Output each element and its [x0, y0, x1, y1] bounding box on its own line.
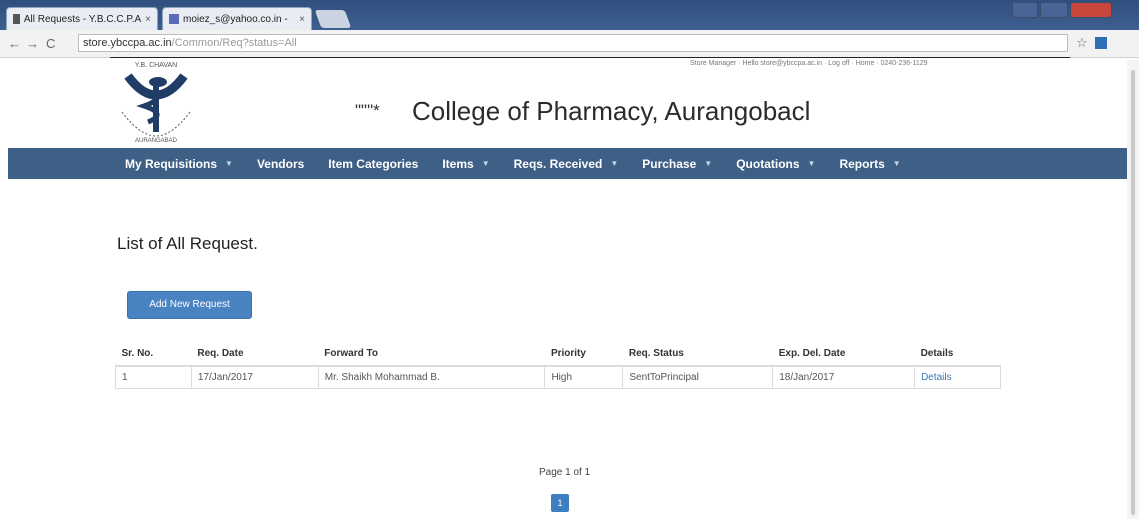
table-header-row: Sr. No. Req. Date Forward To Priority Re… — [115, 342, 1001, 367]
nav-item-label: Quotations — [736, 156, 800, 171]
chevron-down-icon: ▼ — [610, 159, 619, 168]
column-header: Req. Status — [622, 342, 773, 367]
reload-icon[interactable]: C — [46, 36, 55, 51]
url-path: /Common/Req?status=All — [171, 37, 297, 49]
maximize-button[interactable] — [1040, 2, 1068, 18]
nav-item-vendors[interactable]: Vendors — [257, 157, 304, 171]
caduceus-seal-icon — [121, 73, 191, 137]
page-1-button[interactable]: 1 — [551, 494, 569, 512]
page-title: List of All Request. — [117, 234, 258, 253]
chevron-down-icon: ▼ — [704, 159, 713, 168]
scrollbar-thumb[interactable] — [1131, 70, 1135, 515]
close-tab-icon[interactable]: × — [145, 14, 151, 25]
tab-all-requests[interactable]: All Requests - Y.B.C.C.P.A × — [6, 7, 158, 30]
address-bar-row: ← → C store.ybccpa.ac.in/Common/Req?stat… — [0, 30, 1139, 58]
details-link[interactable]: Details — [914, 365, 1001, 389]
extension-icon[interactable] — [1095, 37, 1107, 49]
college-logo: Y.B. CHAVAN AURANGABAD — [110, 62, 202, 144]
nav-item-label: Items — [442, 156, 474, 171]
chevron-down-icon: ▼ — [892, 159, 901, 168]
sr-no-cell: 1 — [115, 365, 192, 389]
priority-cell: High — [544, 365, 624, 389]
nav-menu: My Requisitions ▼ Vendors Item Categories It… — [125, 148, 901, 179]
forward-to-cell: Mr. Shaikh Mohammad B. — [317, 365, 546, 389]
nav-item-label: Reports — [839, 156, 885, 171]
nav-item-purchase[interactable]: Purchase ▼ — [642, 157, 712, 171]
nav-item-item-categories[interactable]: Item Categories — [328, 157, 418, 171]
column-header: Sr. No. — [115, 342, 192, 367]
nav-item-items[interactable]: Items ▼ — [442, 157, 489, 171]
column-header: Details — [914, 342, 1001, 367]
nav-item-my-requisitions[interactable]: My Requisitions ▼ — [125, 157, 233, 171]
main-navbar: My Requisitions ▼ Vendors Item Categories It… — [8, 148, 1139, 179]
header-divider — [110, 57, 1070, 58]
header-mark: """* — [355, 101, 380, 120]
chevron-down-icon: ▼ — [481, 159, 490, 168]
mail-icon — [169, 14, 179, 24]
nav-item-label: Item Categories — [328, 156, 419, 171]
tab-mail[interactable]: moiez_s@yahoo.co.in - × — [162, 7, 312, 30]
req-date-cell: 17/Jan/2017 — [190, 365, 319, 389]
url-input[interactable]: store.ybccpa.ac.in/Common/Req?status=All — [78, 34, 1068, 52]
tab-label: All Requests - Y.B.C.C.P.A — [23, 13, 142, 25]
table-row: 1 17/Jan/2017 Mr. Shaikh Mohammad B. Hig… — [115, 365, 1001, 389]
nav-item-label: Vendors — [256, 156, 305, 171]
nav-item-reports[interactable]: Reports ▼ — [839, 157, 900, 171]
chevron-down-icon: ▼ — [807, 159, 816, 168]
pagination-info: Page 1 of 1 — [539, 467, 591, 478]
close-window-button[interactable] — [1070, 2, 1112, 18]
logo-top-text: Y.B. CHAVAN — [134, 62, 178, 69]
column-header: Forward To — [318, 342, 545, 367]
top-links[interactable]: Store Manager · Hello store@ybccpa.ac.in… — [690, 60, 928, 67]
url-host: store.ybccpa.ac.in — [83, 37, 172, 49]
chevron-down-icon: ▼ — [225, 159, 233, 168]
forward-arrow-icon[interactable]: → — [26, 36, 39, 51]
college-name: College of Pharmacy, Aurangobacl — [412, 96, 811, 126]
back-arrow-icon[interactable]: ← — [8, 36, 21, 51]
nav-item-label: My Requisitions — [125, 156, 218, 171]
req-status-cell: SentToPrincipal — [622, 365, 774, 389]
exp-del-date-cell: 18/Jan/2017 — [772, 365, 916, 389]
new-tab-button[interactable] — [314, 10, 352, 28]
close-tab-icon[interactable]: × — [299, 14, 305, 25]
browser-tab-bar: All Requests - Y.B.C.C.P.A × moiez_s@yah… — [0, 0, 1139, 30]
nav-item-label: Reqs. Received — [513, 156, 603, 171]
column-header: Priority — [544, 342, 623, 367]
tab-label: moiez_s@yahoo.co.in - — [183, 13, 288, 25]
nav-item-reqs-received[interactable]: Reqs. Received ▼ — [514, 157, 619, 171]
add-new-request-button[interactable]: Add New Request — [127, 291, 252, 319]
minimize-button[interactable] — [1012, 2, 1038, 18]
nav-item-label: Purchase — [642, 156, 697, 171]
logo-bottom-text: AURANGABAD — [134, 138, 177, 144]
column-header: Req. Date — [191, 342, 319, 367]
nav-item-quotations[interactable]: Quotations ▼ — [736, 157, 815, 171]
page-icon — [13, 14, 20, 24]
column-header: Exp. Del. Date — [772, 342, 915, 367]
bookmark-star-icon[interactable]: ☆ — [1076, 35, 1088, 51]
requests-table: Sr. No. Req. Date Forward To Priority Re… — [115, 342, 1001, 389]
